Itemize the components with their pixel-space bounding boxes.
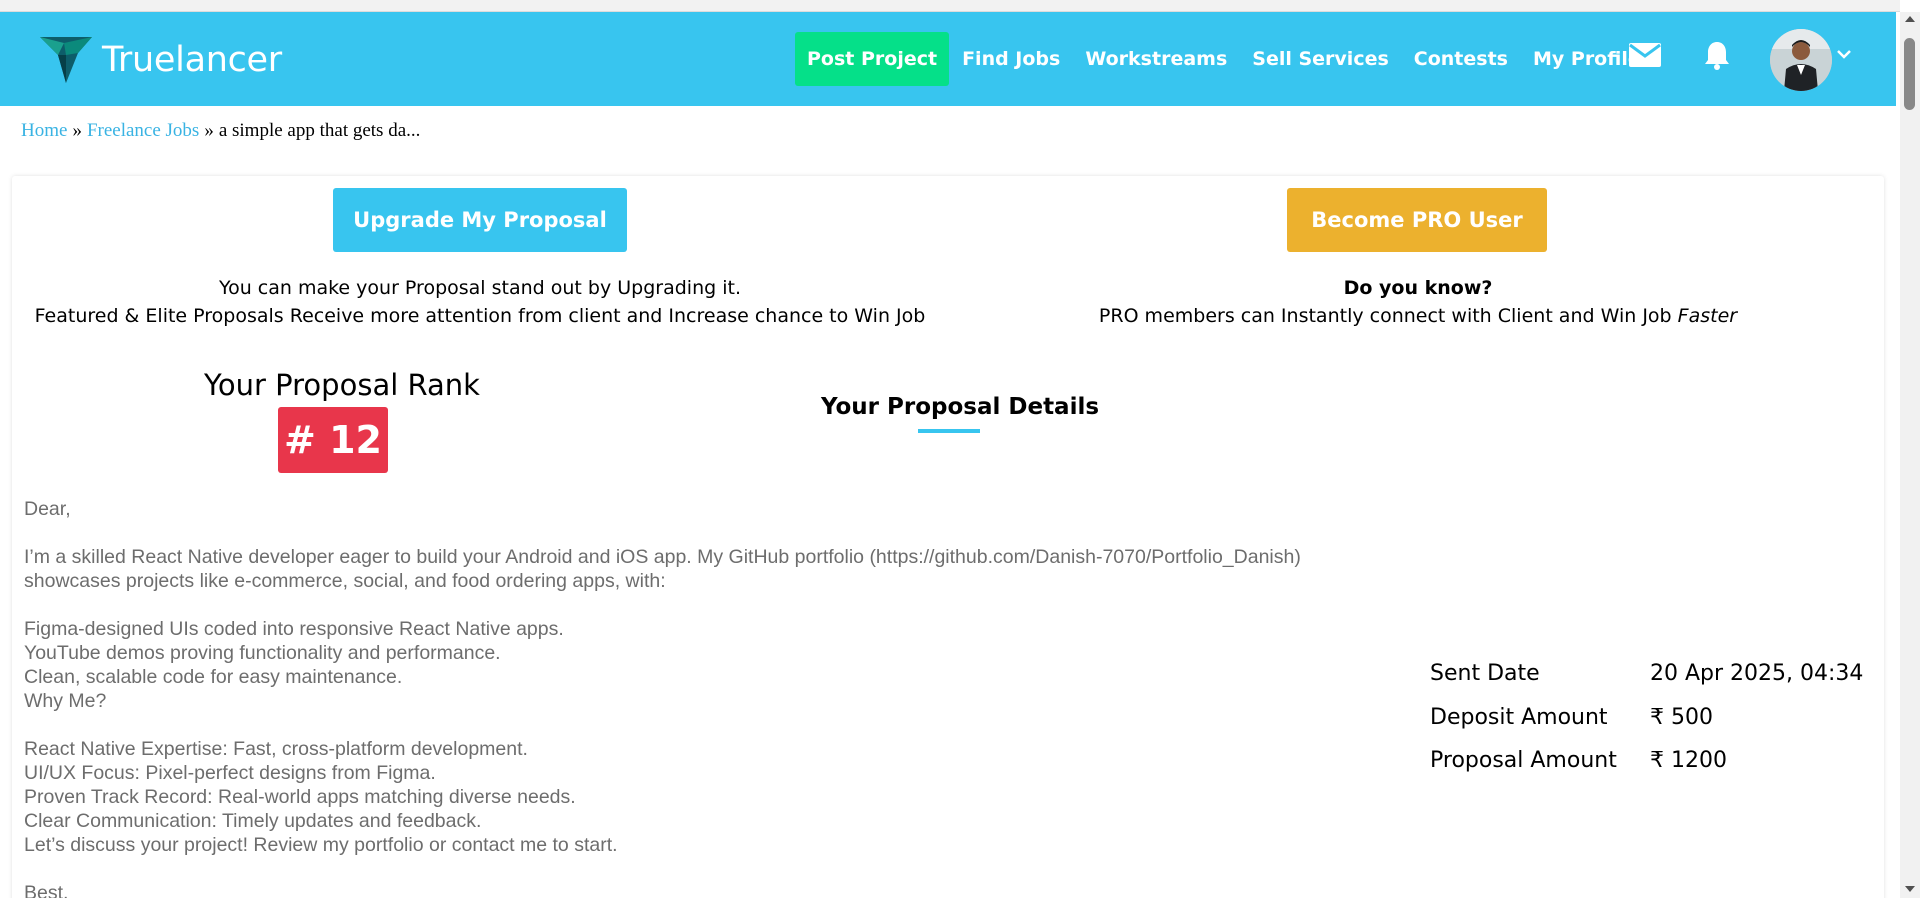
details-underline [918,429,980,433]
rank-title: Your Proposal Rank [204,368,480,402]
proposal-line: Figma-designed UIs coded into responsive… [24,618,564,640]
breadcrumb-freelance-jobs[interactable]: Freelance Jobs [87,120,199,141]
top-navbar: Truelancer Post Project Find Jobs Workst… [0,12,1896,106]
proposal-line [24,713,1434,737]
browser-top-strip [0,0,1900,12]
deposit-row: Deposit Amount ₹ 500 [1430,696,1863,740]
pro-heading: Do you know? [1343,277,1493,299]
pro-line-text: PRO members can Instantly connect with C… [1098,305,1678,327]
deposit-label: Deposit Amount [1430,704,1608,730]
proposal-line: Why Me? [24,690,107,712]
nav-workstreams[interactable]: Workstreams [1085,48,1227,70]
scroll-down-arrow[interactable] [1905,886,1915,892]
nav-find-jobs[interactable]: Find Jobs [962,48,1060,70]
nav-my-profile[interactable]: My Profile [1533,48,1641,70]
post-project-button[interactable]: Post Project [795,32,950,86]
proposal-line: showcases projects like e-commerce, soci… [24,570,666,592]
sent-date-value: 20 Apr 2025, 04:34 [1650,661,1864,687]
proposal-amount-label: Proposal Amount [1430,748,1617,774]
proposal-info-table: Sent Date 20 Apr 2025, 04:34 Deposit Amo… [1430,652,1863,783]
mail-icon[interactable] [1628,42,1662,68]
pro-line: PRO members can Instantly connect with C… [948,302,1888,330]
upgrade-line-1: You can make your Proposal stand out by … [219,277,741,299]
upgrade-description: You can make your Proposal stand out by … [12,274,948,330]
proposal-amount-row: Proposal Amount ₹ 1200 [1430,739,1863,783]
nav-contests[interactable]: Contests [1414,48,1508,70]
brand-name: Truelancer [102,40,282,80]
sent-date-row: Sent Date 20 Apr 2025, 04:34 [1430,652,1863,696]
proposal-amount-value: ₹ 1200 [1650,748,1727,774]
proposal-line: Clean, scalable code for easy maintenanc… [24,666,403,688]
deposit-value: ₹ 500 [1650,704,1713,730]
proposal-line [24,593,1434,617]
proposal-line [24,857,1434,881]
proposal-line: YouTube demos proving functionality and … [24,642,501,664]
proposal-line: Dear, [24,498,71,520]
proposal-line [24,521,1434,545]
breadcrumb-separator: » [72,120,82,141]
proposal-line: React Native Expertise: Fast, cross-plat… [24,738,528,760]
proposal-card: Upgrade My Proposal Become PRO User You … [12,176,1884,898]
proposal-line: UI/UX Focus: Pixel-perfect designs from … [24,762,436,784]
scroll-up-arrow[interactable] [1905,16,1915,22]
brand-logo-icon [40,37,92,83]
upgrade-line-2: Featured & Elite Proposals Receive more … [34,305,926,327]
scroll-thumb[interactable] [1904,38,1915,110]
pro-line-emphasis: Faster [1677,305,1738,327]
proposal-line: Proven Track Record: Real-world apps mat… [24,786,576,808]
rank-badge: # 12 [278,407,388,473]
nav-sell-services[interactable]: Sell Services [1252,48,1389,70]
become-pro-button[interactable]: Become PRO User [1287,188,1547,252]
brand-logo[interactable]: Truelancer [38,34,282,86]
breadcrumb-current: a simple app that gets da... [218,120,421,141]
proposal-line: Clear Communication: Timely updates and … [24,810,482,832]
proposal-body: Dear, I’m a skilled React Native develope… [24,497,1434,898]
proposal-line: Let’s discuss your project! Review my po… [24,834,618,856]
page-scrollbar[interactable] [1900,12,1920,898]
main-nav: Post Project Find Jobs Workstreams Sell … [795,32,1666,86]
user-avatar[interactable] [1770,29,1832,91]
breadcrumb-home[interactable]: Home [21,120,67,141]
chevron-down-icon[interactable] [1836,48,1852,60]
proposal-details-title: Your Proposal Details [820,394,1100,420]
proposal-line: I’m a skilled React Native developer eag… [24,546,1301,568]
bell-icon[interactable] [1704,40,1730,70]
proposal-line: Best, [24,882,69,898]
sent-date-label: Sent Date [1430,661,1540,687]
breadcrumb: Home» Freelance Jobs» a simple app that ge… [21,120,420,142]
breadcrumb-separator: » [204,120,214,141]
pro-description: Do you know? PRO members can Instantly c… [948,274,1888,330]
upgrade-proposal-button[interactable]: Upgrade My Proposal [333,188,627,252]
